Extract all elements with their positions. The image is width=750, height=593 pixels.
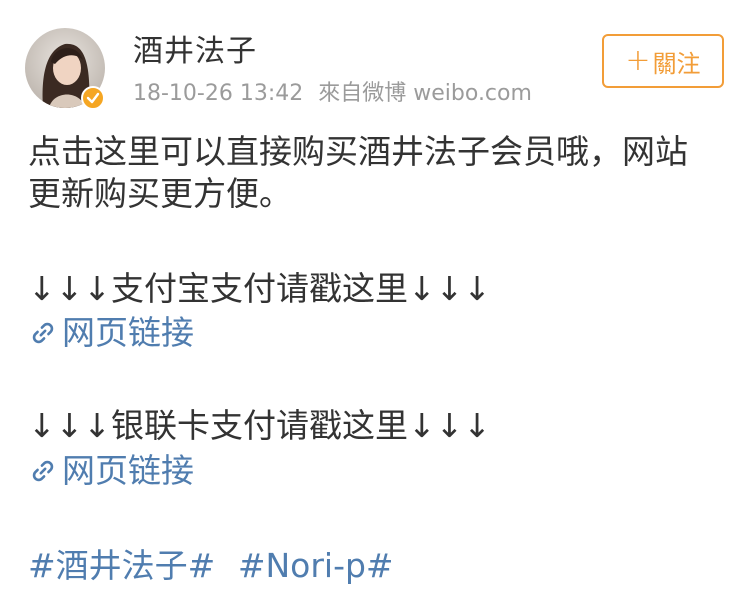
follow-label: 關注 [652, 49, 701, 78]
unionpay-link-label: 网页链接 [62, 451, 194, 490]
alipay-web-link[interactable]: 网页链接 [28, 312, 194, 354]
avatar[interactable] [25, 28, 105, 110]
post-source: 來自微博 weibo.com [318, 81, 532, 106]
alipay-heading: ↓↓↓支付宝支付请戳这里↓↓↓ [28, 269, 491, 308]
unionpay-heading: ↓↓↓银联卡支付请戳这里↓↓↓ [28, 406, 491, 445]
topic-tag[interactable]: #酒井法子# [28, 546, 215, 585]
unionpay-web-link[interactable]: 网页链接 [28, 450, 194, 492]
alipay-link-label: 网页链接 [62, 313, 194, 352]
timestamp: 18-10-26 13:42 [133, 81, 304, 106]
follow-button[interactable]: + 關注 [602, 34, 724, 88]
link-icon [32, 322, 54, 344]
link-icon [32, 460, 54, 482]
username[interactable]: 酒井法子 [133, 34, 257, 70]
topic-tags: #酒井法子# #Nori-p# [28, 545, 394, 587]
plus-icon: + [625, 43, 651, 78]
weibo-post: 酒井法子 18-10-26 13:42 來自微博 weibo.com + 關注 … [0, 0, 750, 593]
post-text-line-2: 更新购买更方便。 [28, 174, 292, 213]
verified-check-icon [81, 86, 105, 110]
post-text-line-1: 点击这里可以直接购买酒井法子会员哦，网站 [28, 132, 688, 171]
post-meta: 18-10-26 13:42 來自微博 weibo.com [133, 80, 532, 108]
topic-tag[interactable]: #Nori-p# [238, 546, 394, 585]
